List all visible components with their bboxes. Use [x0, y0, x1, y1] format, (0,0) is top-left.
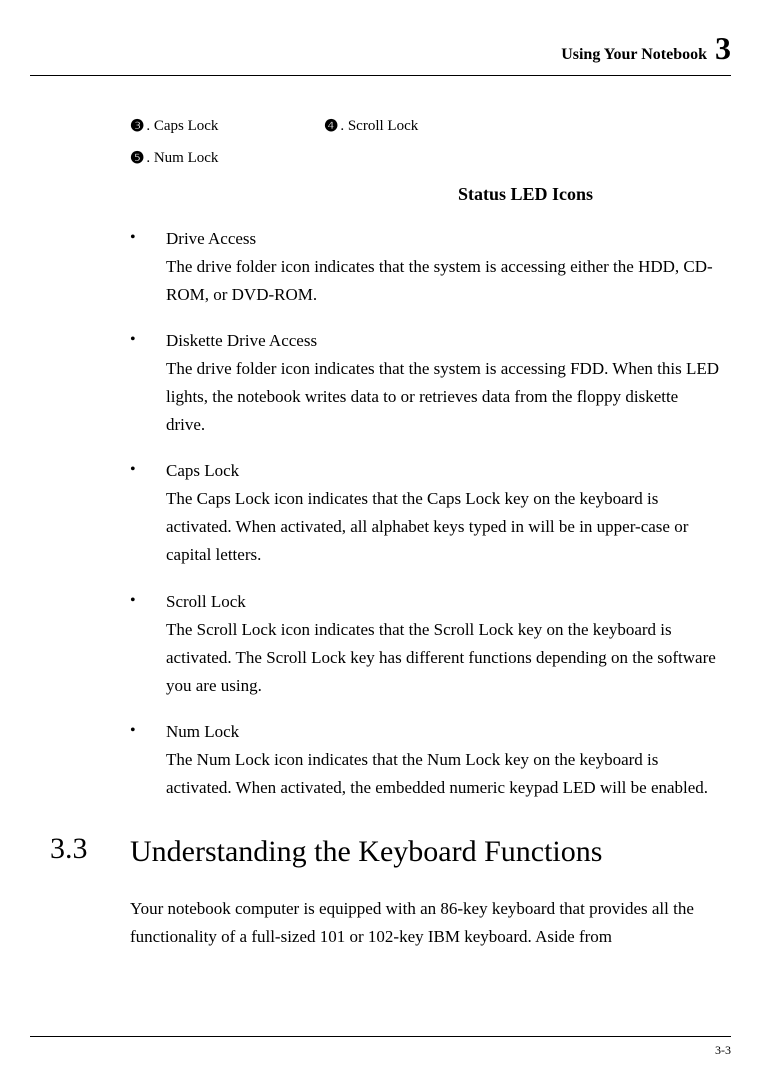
circled-5-icon: ❺ [130, 148, 144, 168]
list-item: • Scroll Lock The Scroll Lock icon indic… [130, 588, 721, 700]
numbered-row-2: ❺ . Num Lock [130, 148, 721, 168]
circled-4-icon: ❹ [324, 116, 338, 136]
bullet-list: • Drive Access The drive folder icon ind… [130, 225, 721, 802]
section-body: Your notebook computer is equipped with … [130, 895, 721, 951]
bullet-description: The Scroll Lock icon indicates that the … [166, 616, 721, 700]
bullet-title: Caps Lock [166, 457, 721, 485]
item-num-lock: ❺ . Num Lock [130, 148, 218, 168]
list-item: • Diskette Drive Access The drive folder… [130, 327, 721, 439]
numbered-row-1: ❸ . Caps Lock ❹ . Scroll Lock [130, 116, 721, 136]
circled-3-icon: ❸ [130, 116, 144, 136]
item-4-label: . Scroll Lock [340, 118, 418, 135]
bullet-title: Drive Access [166, 225, 721, 253]
table-title: Status LED Icons [330, 184, 721, 205]
bullet-description: The drive folder icon indicates that the… [166, 355, 721, 439]
section-title: Understanding the Keyboard Functions [130, 832, 602, 871]
bullet-content: Scroll Lock The Scroll Lock icon indicat… [166, 588, 721, 700]
page-header: Using Your Notebook 3 [30, 30, 731, 76]
chapter-number: 3 [715, 30, 731, 66]
list-item: • Caps Lock The Caps Lock icon indicates… [130, 457, 721, 569]
bullet-content: Diskette Drive Access The drive folder i… [166, 327, 721, 439]
bullet-description: The Caps Lock icon indicates that the Ca… [166, 485, 721, 569]
main-content: ❸ . Caps Lock ❹ . Scroll Lock ❺ . Num Lo… [130, 116, 721, 951]
bullet-description: The Num Lock icon indicates that the Num… [166, 746, 721, 802]
bullet-content: Caps Lock The Caps Lock icon indicates t… [166, 457, 721, 569]
bullet-icon: • [130, 718, 166, 802]
list-item: • Num Lock The Num Lock icon indicates t… [130, 718, 721, 802]
bullet-icon: • [130, 457, 166, 569]
bullet-content: Drive Access The drive folder icon indic… [166, 225, 721, 309]
bullet-icon: • [130, 225, 166, 309]
page-number: 3-3 [715, 1043, 731, 1057]
section-heading: 3.3 Understanding the Keyboard Functions [130, 832, 721, 871]
bullet-title: Diskette Drive Access [166, 327, 721, 355]
list-item: • Drive Access The drive folder icon ind… [130, 225, 721, 309]
bullet-description: The drive folder icon indicates that the… [166, 253, 721, 309]
item-3-label: . Caps Lock [146, 118, 218, 135]
bullet-title: Num Lock [166, 718, 721, 746]
item-scroll-lock: ❹ . Scroll Lock [324, 116, 418, 136]
bullet-title: Scroll Lock [166, 588, 721, 616]
item-5-label: . Num Lock [146, 150, 218, 167]
page-footer: 3-3 [30, 1036, 731, 1058]
item-caps-lock: ❸ . Caps Lock [130, 116, 324, 136]
bullet-icon: • [130, 327, 166, 439]
header-title: Using Your Notebook [561, 46, 707, 63]
bullet-icon: • [130, 588, 166, 700]
section-number: 3.3 [30, 832, 130, 866]
bullet-content: Num Lock The Num Lock icon indicates tha… [166, 718, 721, 802]
